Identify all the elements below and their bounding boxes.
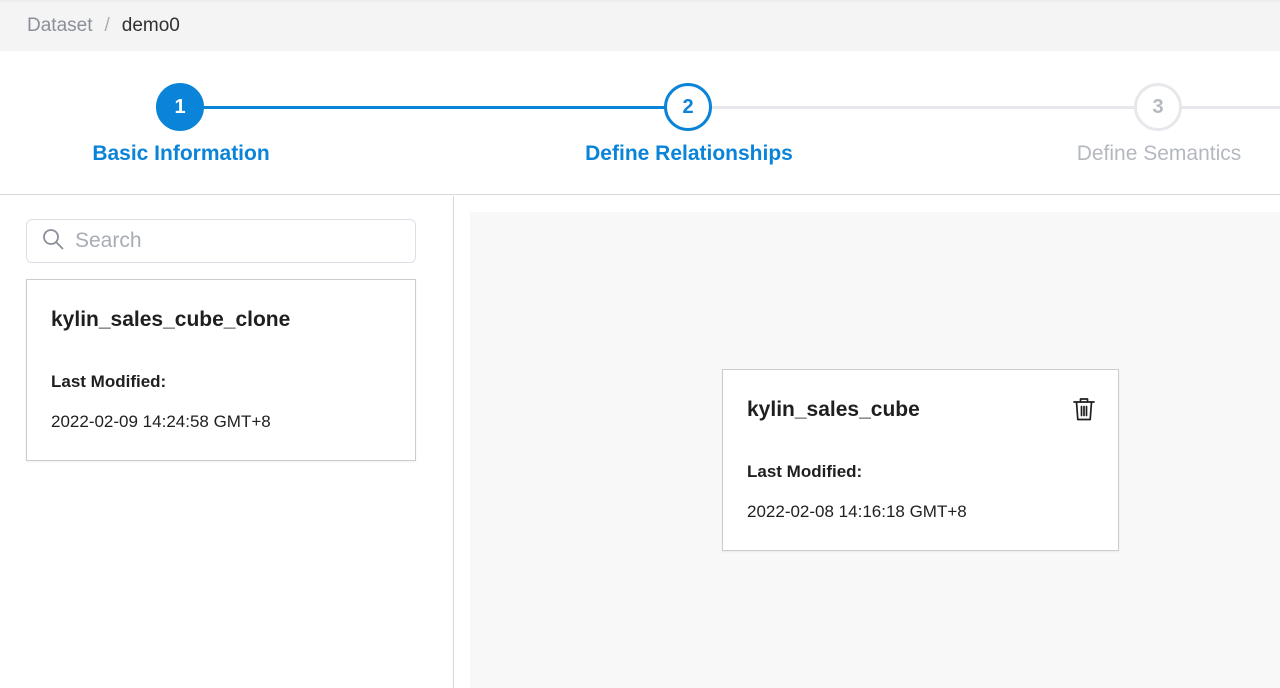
breadcrumb-separator: / [104, 15, 110, 36]
step-connector-completed [180, 106, 688, 109]
step-2-label[interactable]: Define Relationships [539, 142, 839, 166]
cube-card[interactable]: kylin_sales_cube_clone Last Modified: 20… [26, 279, 416, 461]
last-modified-label: Last Modified: [747, 462, 863, 481]
relationship-canvas[interactable]: kylin_sales_cube Last Modified: 2022-02-… [470, 212, 1280, 688]
last-modified-label: Last Modified: [51, 372, 167, 391]
search-input[interactable] [75, 229, 405, 253]
cube-list-panel: kylin_sales_cube_clone Last Modified: 20… [0, 196, 454, 688]
step-1-circle[interactable]: 1 [156, 83, 204, 131]
step-1-label[interactable]: Basic Information [31, 142, 331, 166]
search-icon [41, 227, 65, 256]
breadcrumb: Dataset / demo0 [27, 15, 180, 37]
last-modified-value: 2022-02-08 14:16:18 GMT+8 [747, 502, 967, 521]
wizard-stepper: 1 Basic Information 2 Define Relationshi… [0, 51, 1280, 195]
cube-name: kylin_sales_cube [747, 398, 920, 421]
last-modified-value: 2022-02-09 14:24:58 GMT+8 [51, 412, 271, 431]
step-3-label: Define Semantics [1076, 142, 1242, 165]
breadcrumb-current: demo0 [121, 15, 180, 36]
step-3-circle: 3 [1134, 83, 1182, 131]
trash-icon[interactable] [1072, 396, 1096, 422]
breadcrumb-dataset-link[interactable]: Dataset [27, 15, 92, 37]
step-connector-pending [688, 106, 1280, 109]
cube-name: kylin_sales_cube_clone [51, 308, 291, 331]
search-box[interactable] [26, 219, 416, 263]
step-2-circle[interactable]: 2 [664, 83, 712, 131]
breadcrumb-bar: Dataset / demo0 [0, 0, 1280, 51]
canvas-cube-card[interactable]: kylin_sales_cube Last Modified: 2022-02-… [722, 369, 1119, 551]
